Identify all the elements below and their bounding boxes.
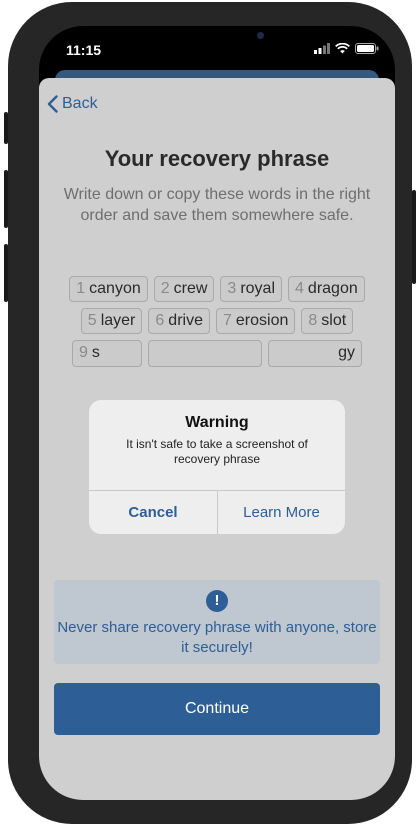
page-title: Your recovery phrase [104, 146, 330, 171]
security-notice: ! Never share recovery phrase with anyon… [54, 580, 380, 664]
word-number: 7 [222, 312, 232, 329]
word-number: 3 [227, 280, 237, 297]
word-text: drive [168, 312, 203, 329]
word-text: royal [240, 280, 276, 297]
word-text: erosion [235, 312, 289, 329]
status-time: 11:15 [66, 42, 102, 58]
word-text: gy [338, 344, 355, 361]
wifi-icon [335, 43, 350, 54]
power-button [412, 190, 416, 284]
phone-frame: 11:15 Back Your recovery phrase Write do… [4, 2, 416, 824]
warning-alert: Warning It isn't safe to take a screensh… [89, 400, 345, 534]
word-text: s [91, 344, 100, 361]
signal-icon [314, 43, 330, 54]
volume-up-button [4, 170, 8, 228]
exclamation-icon: ! [206, 590, 228, 612]
word-number: 5 [87, 312, 97, 329]
word-text: dragon [307, 280, 358, 297]
recovery-word [148, 340, 262, 367]
word-number: 9 [79, 344, 88, 361]
learn-more-button[interactable]: Learn More [218, 491, 345, 534]
screen: 11:15 Back Your recovery phrase Write do… [39, 26, 395, 800]
status-icons [314, 43, 379, 54]
word-number: 4 [295, 280, 304, 297]
recovery-word: 9s [72, 340, 142, 367]
volume-down-button [4, 244, 8, 302]
recovery-word: 4 dragon [288, 276, 365, 302]
continue-button[interactable]: Continue [54, 683, 380, 735]
word-number: 2 [160, 280, 170, 297]
word-number: 1 [76, 280, 86, 297]
recovery-phrase-screen: Back Your recovery phrase Write down or … [39, 78, 395, 800]
word-number: 6 [155, 312, 165, 329]
recovery-word: 5 layer [80, 308, 143, 334]
cancel-button[interactable]: Cancel [89, 491, 217, 534]
mute-switch [4, 112, 8, 144]
alert-message: It isn't safe to take a screenshot of re… [126, 437, 308, 466]
recovery-word: 7 erosion [215, 308, 296, 334]
notch [117, 26, 317, 56]
recovery-word: 2 crew [153, 276, 215, 302]
word-text: canyon [89, 280, 141, 297]
recovery-word: 6 drive [148, 308, 210, 334]
page-subtitle: Write down or copy these words in the ri… [63, 186, 371, 224]
word-text: slot [321, 312, 347, 329]
recovery-words: 1 canyon 2 crew 3 royal 4 dragon 5 layer 6 dri… [49, 276, 385, 367]
word-text: crew [173, 280, 208, 297]
back-button[interactable]: Back [47, 95, 98, 113]
recovery-word: 8 slot [301, 308, 354, 334]
back-label: Back [62, 95, 98, 112]
alert-title: Warning [185, 414, 249, 431]
recovery-word: 1 canyon [69, 276, 148, 302]
recovery-word: 3 royal [220, 276, 283, 302]
chevron-left-icon [47, 95, 58, 113]
battery-icon [355, 43, 379, 54]
notice-text: Never share recovery phrase with anyone,… [57, 619, 377, 656]
word-number: 8 [308, 312, 318, 329]
front-camera [257, 32, 264, 39]
word-text: layer [100, 312, 136, 329]
recovery-word: gy [268, 340, 362, 367]
